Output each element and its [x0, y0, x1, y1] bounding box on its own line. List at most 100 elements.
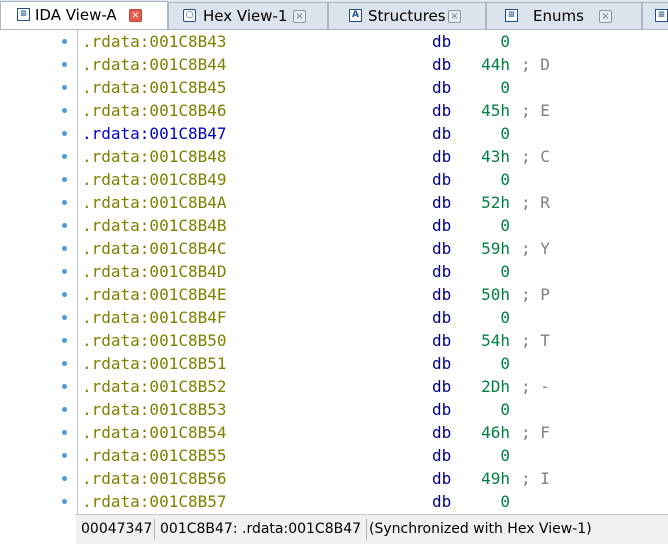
operand[interactable]: 0 [466, 168, 510, 191]
operand[interactable]: 45h [466, 99, 510, 122]
listing-row[interactable]: .rdata:001C8B4B db 0 [0, 214, 668, 237]
operand[interactable]: 2Dh [466, 375, 510, 398]
mnemonic[interactable]: db [432, 352, 451, 375]
listing-row[interactable]: .rdata:001C8B50 db 54h ; T [0, 329, 668, 352]
operand[interactable]: 0 [466, 214, 510, 237]
address[interactable]: .rdata:001C8B52 [82, 375, 227, 398]
comment[interactable]: ; C [521, 145, 550, 168]
comment[interactable]: ; I [521, 467, 550, 490]
operand[interactable]: 0 [466, 352, 510, 375]
comment[interactable]: ; E [521, 99, 550, 122]
close-icon[interactable]: × [448, 10, 461, 23]
mnemonic[interactable]: db [432, 30, 451, 53]
comment[interactable]: ; Y [521, 237, 550, 260]
mnemonic[interactable]: db [432, 168, 451, 191]
address[interactable]: .rdata:001C8B55 [82, 444, 227, 467]
disassembly-listing[interactable]: .rdata:001C8B43 db 0 .rdata:001C8B44 db 44h ; … [0, 30, 668, 514]
operand[interactable]: 0 [466, 306, 510, 329]
mnemonic[interactable]: db [432, 421, 451, 444]
address[interactable]: .rdata:001C8B47 [82, 122, 227, 145]
mnemonic[interactable]: db [432, 306, 451, 329]
listing-row[interactable]: .rdata:001C8B47 db 0 [0, 122, 668, 145]
listing-row[interactable]: .rdata:001C8B4C db 59h ; Y [0, 237, 668, 260]
address[interactable]: .rdata:001C8B4E [82, 283, 227, 306]
listing-row[interactable]: .rdata:001C8B53 db 0 [0, 398, 668, 421]
close-icon[interactable]: × [293, 10, 306, 23]
mnemonic[interactable]: db [432, 76, 451, 99]
tab-hex-view-1[interactable]: ○ Hex View-1 × [168, 2, 328, 29]
address[interactable]: .rdata:001C8B51 [82, 352, 227, 375]
operand[interactable]: 49h [466, 467, 510, 490]
listing-row[interactable]: .rdata:001C8B43 db 0 [0, 30, 668, 53]
mnemonic[interactable]: db [432, 490, 451, 513]
operand[interactable]: 0 [466, 398, 510, 421]
address[interactable]: .rdata:001C8B4D [82, 260, 227, 283]
listing-row[interactable]: .rdata:001C8B4E db 50h ; P [0, 283, 668, 306]
operand[interactable]: 59h [466, 237, 510, 260]
mnemonic[interactable]: db [432, 283, 451, 306]
mnemonic[interactable]: db [432, 99, 451, 122]
close-icon[interactable]: × [599, 10, 612, 23]
mnemonic[interactable]: db [432, 260, 451, 283]
address[interactable]: .rdata:001C8B4A [82, 191, 227, 214]
operand[interactable]: 50h [466, 283, 510, 306]
address[interactable]: .rdata:001C8B50 [82, 329, 227, 352]
address[interactable]: .rdata:001C8B4C [82, 237, 227, 260]
listing-row[interactable]: .rdata:001C8B56 db 49h ; I [0, 467, 668, 490]
address[interactable]: .rdata:001C8B49 [82, 168, 227, 191]
operand[interactable]: 46h [466, 421, 510, 444]
address[interactable]: .rdata:001C8B56 [82, 467, 227, 490]
operand[interactable]: 43h [466, 145, 510, 168]
mnemonic[interactable]: db [432, 398, 451, 421]
operand[interactable]: 0 [466, 76, 510, 99]
close-icon[interactable]: × [129, 9, 142, 22]
comment[interactable]: ; F [521, 421, 550, 444]
address[interactable]: .rdata:001C8B48 [82, 145, 227, 168]
address[interactable]: .rdata:001C8B4F [82, 306, 227, 329]
listing-row[interactable]: .rdata:001C8B55 db 0 [0, 444, 668, 467]
address[interactable]: .rdata:001C8B4B [82, 214, 227, 237]
mnemonic[interactable]: db [432, 53, 451, 76]
comment[interactable]: ; R [521, 191, 550, 214]
comment[interactable]: ; T [521, 329, 550, 352]
listing-row[interactable]: .rdata:001C8B4F db 0 [0, 306, 668, 329]
mnemonic[interactable]: db [432, 375, 451, 398]
mnemonic[interactable]: db [432, 214, 451, 237]
mnemonic[interactable]: db [432, 122, 451, 145]
listing-row[interactable]: .rdata:001C8B52 db 2Dh ; - [0, 375, 668, 398]
listing-row[interactable]: .rdata:001C8B54 db 46h ; F [0, 421, 668, 444]
operand[interactable]: 0 [466, 30, 510, 53]
listing-row[interactable]: .rdata:001C8B57 db 0 [0, 490, 668, 513]
mnemonic[interactable]: db [432, 191, 451, 214]
tab-enums[interactable]: ≡ Enums × [486, 2, 642, 29]
listing-row[interactable]: .rdata:001C8B49 db 0 [0, 168, 668, 191]
mnemonic[interactable]: db [432, 237, 451, 260]
comment[interactable]: ; D [521, 53, 550, 76]
listing-row[interactable]: .rdata:001C8B48 db 43h ; C [0, 145, 668, 168]
listing-row[interactable]: .rdata:001C8B4A db 52h ; R [0, 191, 668, 214]
address[interactable]: .rdata:001C8B43 [82, 30, 227, 53]
operand[interactable]: 44h [466, 53, 510, 76]
operand[interactable]: 0 [466, 260, 510, 283]
operand[interactable]: 0 [466, 490, 510, 513]
operand[interactable]: 52h [466, 191, 510, 214]
operand[interactable]: 0 [466, 444, 510, 467]
mnemonic[interactable]: db [432, 329, 451, 352]
address[interactable]: .rdata:001C8B46 [82, 99, 227, 122]
mnemonic[interactable]: db [432, 467, 451, 490]
tab-structures[interactable]: A Structures × [328, 2, 486, 29]
operand[interactable]: 0 [466, 122, 510, 145]
address[interactable]: .rdata:001C8B57 [82, 490, 227, 513]
tab-ida-view-a[interactable]: ≡ IDA View-A × [0, 1, 168, 29]
tab-overflow[interactable]: ≡ [642, 2, 668, 29]
comment[interactable]: ; P [521, 283, 550, 306]
address[interactable]: .rdata:001C8B45 [82, 76, 227, 99]
operand[interactable]: 54h [466, 329, 510, 352]
mnemonic[interactable]: db [432, 444, 451, 467]
listing-row[interactable]: .rdata:001C8B46 db 45h ; E [0, 99, 668, 122]
listing-row[interactable]: .rdata:001C8B44 db 44h ; D [0, 53, 668, 76]
address[interactable]: .rdata:001C8B44 [82, 53, 227, 76]
listing-row[interactable]: .rdata:001C8B51 db 0 [0, 352, 668, 375]
address[interactable]: .rdata:001C8B54 [82, 421, 227, 444]
address[interactable]: .rdata:001C8B53 [82, 398, 227, 421]
